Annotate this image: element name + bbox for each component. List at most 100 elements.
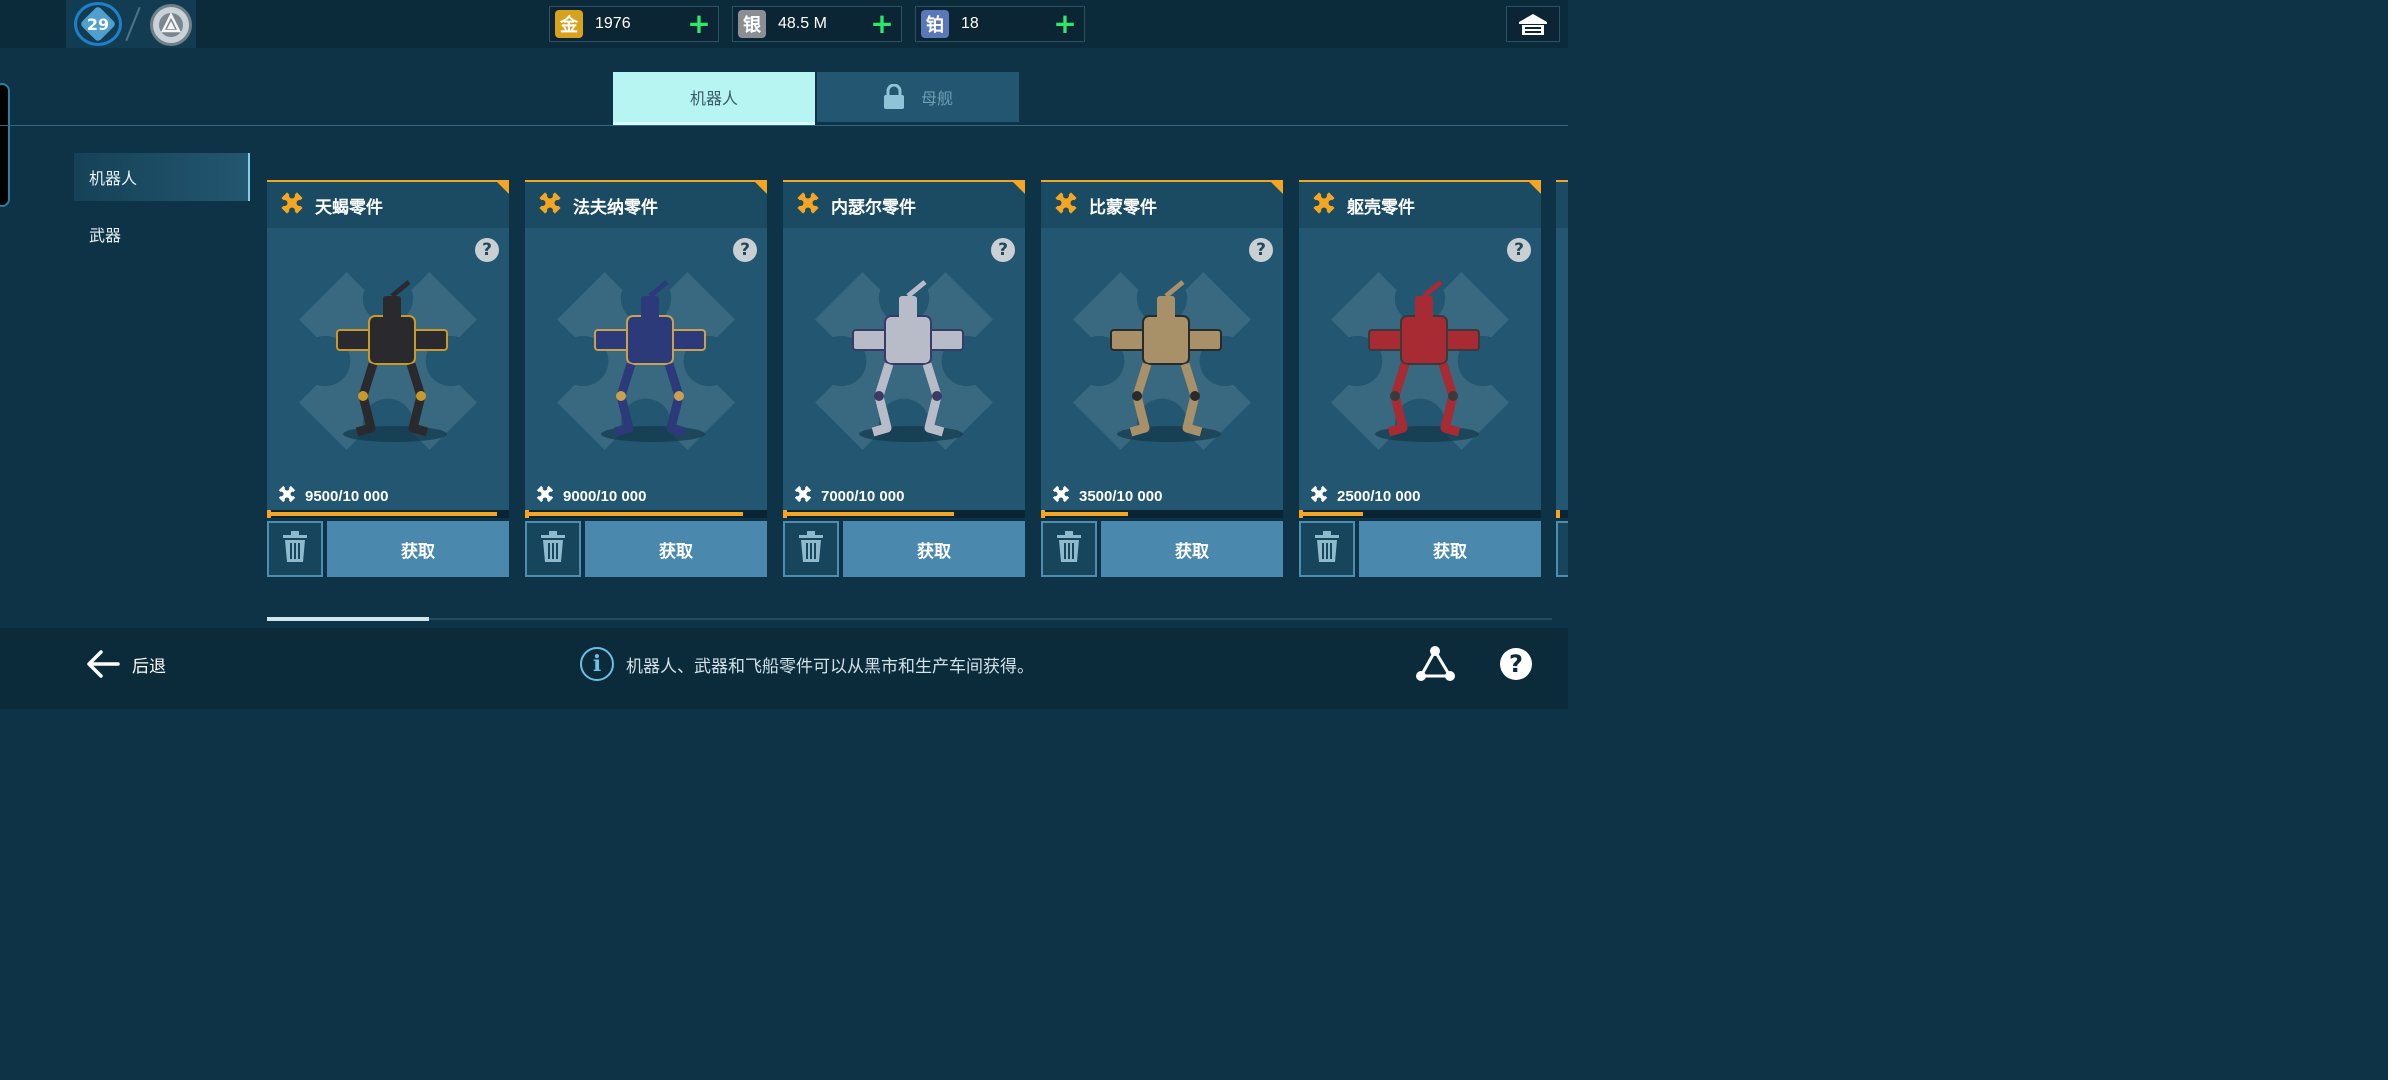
share-button[interactable] xyxy=(1414,644,1456,686)
card-header: 天蝎零件 xyxy=(267,180,509,228)
gold-currency: 金 1976 + xyxy=(549,6,719,42)
card-header: 内瑟尔零件 xyxy=(783,180,1025,228)
robot-image xyxy=(833,278,983,452)
progress-text: 9500/10 000 xyxy=(305,487,389,505)
player-profile[interactable]: 29 xyxy=(66,0,196,48)
delete-button[interactable] xyxy=(783,521,839,577)
card-preview[interactable]: ? 3500/10 000 xyxy=(1041,228,1283,510)
progress-text: 2500/10 000 xyxy=(1337,487,1421,505)
gold-value: 1976 xyxy=(595,15,631,32)
puzzle-piece-icon xyxy=(1311,190,1337,220)
progress-bar-fill xyxy=(529,512,744,516)
delete-button[interactable] xyxy=(1041,521,1097,577)
get-button-label: 获取 xyxy=(1175,541,1209,562)
robot-image xyxy=(1349,278,1499,452)
get-button[interactable]: 获取 xyxy=(1359,521,1541,577)
next-card-edge xyxy=(1556,180,1568,578)
hangar-button[interactable] xyxy=(1506,6,1560,42)
league-rank-icon[interactable] xyxy=(150,4,192,46)
puzzle-piece-icon xyxy=(1309,484,1329,508)
delete-button[interactable] xyxy=(1299,521,1355,577)
add-platinum-button[interactable]: + xyxy=(1052,10,1078,38)
get-button[interactable]: 获取 xyxy=(585,521,767,577)
tab-divider xyxy=(0,125,1568,126)
trash-icon xyxy=(1056,531,1082,567)
get-button[interactable]: 获取 xyxy=(843,521,1025,577)
silver-icon: 银 xyxy=(738,10,766,38)
card-header: 比蒙零件 xyxy=(1041,180,1283,228)
delete-button[interactable] xyxy=(267,521,323,577)
tab-mothership[interactable]: 母舰 xyxy=(817,72,1019,122)
puzzle-piece-icon xyxy=(279,190,305,220)
get-button[interactable]: 获取 xyxy=(1101,521,1283,577)
trash-icon xyxy=(798,531,824,567)
card-preview[interactable]: ? 2500/10 000 xyxy=(1299,228,1541,510)
tab-robots[interactable]: 机器人 xyxy=(613,72,815,122)
add-silver-button[interactable]: + xyxy=(869,10,895,38)
puzzle-piece-icon xyxy=(535,484,555,508)
trash-icon xyxy=(282,531,308,567)
puzzle-piece-icon xyxy=(1053,190,1079,220)
trash-icon xyxy=(540,531,566,567)
progress-bar xyxy=(525,510,767,518)
card-title: 法夫纳零件 xyxy=(573,197,658,218)
question-icon[interactable]: ? xyxy=(733,238,757,262)
progress-label: 3500/10 000 xyxy=(1051,484,1162,508)
part-card: 内瑟尔零件 ? 7000/10 000 获取 xyxy=(783,180,1025,578)
question-icon[interactable]: ? xyxy=(1507,238,1531,262)
progress-bar xyxy=(783,510,1025,518)
part-card: 天蝎零件? 9500/10 000 获取 xyxy=(267,180,509,578)
platinum-icon: 铂 xyxy=(921,10,949,38)
horizontal-scrollbar[interactable] xyxy=(267,618,1552,620)
card-preview[interactable]: ? 9500/10 000 xyxy=(267,228,509,510)
top-bar: 29 金 1976 + 银 48.5 M + 铂 18 + xyxy=(0,0,1568,48)
gold-icon: 金 xyxy=(555,10,583,38)
scrollbar-thumb[interactable] xyxy=(267,617,429,621)
robot-image xyxy=(575,278,725,452)
back-label: 后退 xyxy=(132,656,166,677)
progress-bar-fill xyxy=(1303,512,1363,516)
sidebar-item-label: 武器 xyxy=(89,226,122,245)
bottom-bar: 后退 i 机器人、武器和飞船零件可以从黑市和生产车间获得。 ? xyxy=(0,628,1568,709)
divider xyxy=(125,6,141,42)
sidebar-item-label: 机器人 xyxy=(89,169,138,188)
card-title: 内瑟尔零件 xyxy=(831,197,916,218)
puzzle-piece-icon xyxy=(793,484,813,508)
progress-text: 3500/10 000 xyxy=(1079,487,1163,505)
progress-bar xyxy=(1299,510,1541,518)
progress-label: 2500/10 000 xyxy=(1309,484,1420,508)
question-icon[interactable]: ? xyxy=(1249,238,1273,262)
sidebar-item-robots[interactable]: 机器人 xyxy=(74,153,250,201)
add-gold-button[interactable]: + xyxy=(686,10,712,38)
level-value: 29 xyxy=(86,14,110,34)
get-button-label: 获取 xyxy=(659,541,693,562)
question-icon[interactable]: ? xyxy=(991,238,1015,262)
platinum-currency: 铂 18 + xyxy=(915,6,1085,42)
progress-label: 9500/10 000 xyxy=(277,484,388,508)
arrow-left-icon xyxy=(87,650,120,678)
card-preview[interactable]: ? 7000/10 000 xyxy=(783,228,1025,510)
progress-bar xyxy=(1041,510,1283,518)
robot-image xyxy=(317,278,467,452)
tab-robots-label: 机器人 xyxy=(689,89,738,108)
question-icon[interactable]: ? xyxy=(475,238,499,262)
part-card: 比蒙零件? 3500/10 000 获取 xyxy=(1041,180,1283,578)
level-badge: 29 xyxy=(74,2,122,46)
progress-bar xyxy=(267,510,509,518)
puzzle-piece-icon xyxy=(277,484,297,508)
card-preview[interactable]: ? 9000/10 000 xyxy=(525,228,767,510)
screen-notch xyxy=(0,83,10,207)
trash-icon xyxy=(1314,531,1340,567)
get-button[interactable]: 获取 xyxy=(327,521,509,577)
platinum-value: 18 xyxy=(961,15,979,32)
silver-currency: 银 48.5 M + xyxy=(732,6,902,42)
get-button-label: 获取 xyxy=(401,541,435,562)
sidebar-item-weapons[interactable]: 武器 xyxy=(74,210,250,258)
help-button[interactable]: ? xyxy=(1500,648,1532,680)
info-text: 机器人、武器和飞船零件可以从黑市和生产车间获得。 xyxy=(626,656,1034,677)
puzzle-piece-icon xyxy=(795,190,821,220)
card-header: 躯壳零件 xyxy=(1299,180,1541,228)
back-button[interactable]: 后退 xyxy=(86,646,166,682)
progress-bar-fill xyxy=(787,512,954,516)
delete-button[interactable] xyxy=(525,521,581,577)
